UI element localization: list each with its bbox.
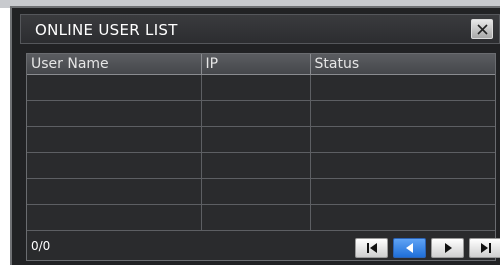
cell-ip	[201, 100, 311, 127]
next-page-icon	[444, 243, 452, 253]
cell-ip	[201, 204, 311, 231]
user-list-panel: User Name IP Status 0/0	[26, 53, 500, 261]
first-page-button[interactable]	[355, 238, 388, 258]
table-row[interactable]	[27, 178, 495, 205]
close-icon	[476, 23, 488, 35]
last-page-icon	[480, 243, 491, 253]
cell-status	[310, 152, 495, 179]
table-row[interactable]	[27, 204, 495, 231]
cell-ip	[201, 74, 311, 101]
cell-status	[310, 100, 495, 127]
cell-user-name	[27, 126, 202, 153]
cell-user-name	[27, 100, 202, 127]
table-row[interactable]	[27, 126, 495, 153]
pagination-bar: 0/0	[27, 234, 500, 260]
cell-ip	[201, 126, 311, 153]
close-button[interactable]	[471, 19, 493, 39]
table-row[interactable]	[27, 74, 495, 101]
online-user-list-dialog: ONLINE USER LIST User Name IP Status 0/0	[10, 6, 500, 265]
cell-user-name	[27, 204, 202, 231]
column-header-status[interactable]: Status	[310, 54, 495, 75]
table-row[interactable]	[27, 100, 495, 127]
first-page-icon	[366, 243, 377, 253]
title-bar: ONLINE USER LIST	[20, 14, 500, 44]
column-header-ip[interactable]: IP	[201, 54, 311, 75]
next-page-button[interactable]	[431, 238, 464, 258]
cell-user-name	[27, 178, 202, 205]
user-table: User Name IP Status	[27, 54, 495, 231]
dialog-title: ONLINE USER LIST	[35, 21, 178, 39]
cell-status	[310, 204, 495, 231]
cell-status	[310, 126, 495, 153]
table-header-row: User Name IP Status	[27, 54, 495, 75]
cell-status	[310, 74, 495, 101]
column-header-user-name[interactable]: User Name	[27, 54, 202, 75]
previous-page-button[interactable]	[393, 238, 426, 258]
pagination-controls	[355, 238, 500, 258]
table-row[interactable]	[27, 152, 495, 179]
cell-user-name	[27, 74, 202, 101]
cell-ip	[201, 152, 311, 179]
last-page-button[interactable]	[469, 238, 500, 258]
cell-status	[310, 178, 495, 205]
previous-page-icon	[405, 243, 413, 253]
cell-user-name	[27, 152, 202, 179]
cell-ip	[201, 178, 311, 205]
page-counter: 0/0	[31, 239, 51, 253]
